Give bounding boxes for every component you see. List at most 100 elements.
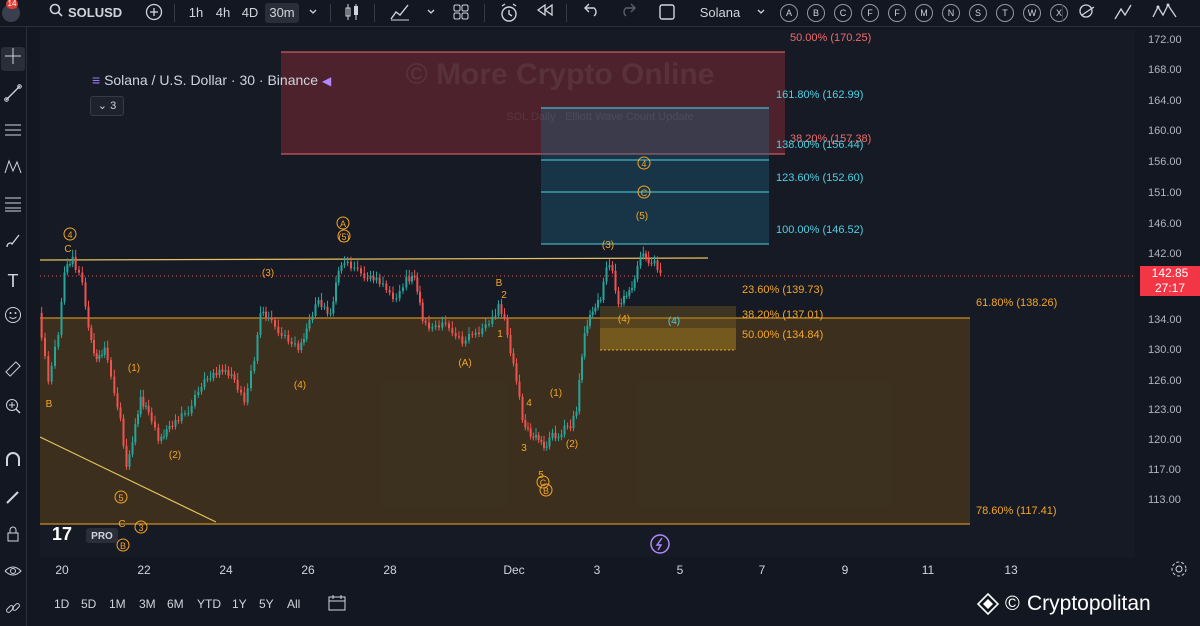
wave-label: (1) — [550, 388, 562, 399]
emoji-icon[interactable] — [1, 306, 25, 330]
candle-body — [40, 313, 43, 338]
fib-retracement-icon[interactable] — [1, 195, 25, 219]
candle-body — [163, 436, 165, 438]
lock-icon[interactable] — [1, 525, 25, 549]
wave-tools-icon[interactable] — [1150, 3, 1180, 23]
candle-body — [54, 346, 56, 366]
candle-body — [154, 421, 156, 428]
horizontal-lines-icon[interactable] — [1, 121, 25, 145]
chevron-down-icon[interactable] — [306, 3, 320, 23]
candle-body — [468, 334, 470, 341]
svg-text:17: 17 — [52, 524, 72, 544]
eye-icon[interactable] — [1, 562, 25, 586]
undo-icon[interactable] — [581, 3, 603, 23]
wave-label-text: 4 — [641, 159, 646, 169]
range-ytd[interactable]: YTD — [197, 597, 221, 611]
indicators-icon[interactable] — [388, 3, 412, 23]
letter-button-w[interactable]: W — [1023, 4, 1041, 22]
letter-button-a[interactable]: A — [780, 4, 798, 22]
candle-body — [509, 335, 512, 354]
candle-body — [236, 380, 239, 390]
zoom-in-icon[interactable] — [1, 397, 25, 421]
alert-clock-icon[interactable] — [497, 3, 521, 23]
candle-body — [532, 436, 535, 438]
symbol-legend[interactable]: ≡ Solana / U.S. Dollar · 30 · Binance ◀ — [92, 72, 331, 88]
price-axis[interactable]: 172.00 168.00 164.00 160.00 156.00 151.00 146.… — [1140, 30, 1200, 557]
crosshair-icon[interactable] — [1, 47, 25, 71]
candle-body — [212, 372, 215, 379]
letter-button-f[interactable]: F — [861, 4, 879, 22]
settings-gear-icon[interactable] — [1170, 560, 1190, 580]
replay-icon[interactable] — [534, 3, 556, 23]
candle-body — [230, 374, 233, 376]
magic-icon[interactable] — [1076, 3, 1098, 23]
symbol-search-button[interactable]: SOLUSD — [68, 3, 128, 23]
range-1y[interactable]: 1Y — [232, 597, 247, 611]
interval-30m[interactable]: 30m — [265, 3, 299, 23]
candle-body — [633, 279, 636, 289]
ruler-icon[interactable] — [1, 360, 25, 384]
interval-4d[interactable]: 4D — [238, 3, 262, 23]
letter-button-s[interactable]: S — [969, 4, 987, 22]
collapse-indicators-button[interactable]: ⌄ 3 — [90, 96, 124, 116]
template-name[interactable]: Solana — [690, 3, 750, 23]
time-axis[interactable]: 20 22 24 26 28 Dec 3 5 7 9 11 13 — [40, 560, 1135, 580]
text-tool-icon[interactable]: T — [1, 269, 25, 293]
candle-body — [428, 322, 430, 329]
candles-icon[interactable] — [342, 3, 362, 23]
price-tick: 151.00 — [1148, 187, 1182, 199]
candle-body — [233, 374, 236, 380]
candle-body — [448, 323, 450, 329]
layout-grid-icon[interactable] — [450, 3, 472, 23]
range-3m[interactable]: 3M — [139, 597, 156, 611]
candle-body — [642, 253, 645, 257]
chevron-down-icon[interactable] — [424, 3, 438, 23]
letter-button-f[interactable]: F — [888, 4, 906, 22]
indicator-count: 3 — [110, 100, 117, 112]
range-1m[interactable]: 1M — [109, 597, 126, 611]
range-1d[interactable]: 1D — [54, 597, 69, 611]
interval-4h[interactable]: 4h — [211, 3, 235, 23]
pattern-icon[interactable] — [1, 158, 25, 182]
brush-icon[interactable] — [1, 232, 25, 256]
letter-button-n[interactable]: N — [942, 4, 960, 22]
range-6m[interactable]: 6M — [167, 597, 184, 611]
date-range-calendar-icon[interactable] — [327, 594, 349, 614]
letter-button-t[interactable]: T — [996, 4, 1014, 22]
letter-button-x[interactable]: X — [1050, 4, 1068, 22]
candle-body — [458, 336, 460, 338]
chevron-down-icon[interactable] — [754, 3, 768, 23]
fullscreen-square-icon[interactable] — [655, 3, 679, 23]
chart-settings-icon[interactable] — [1112, 3, 1134, 23]
range-all[interactable]: All — [287, 597, 300, 611]
candle-body — [647, 258, 650, 264]
letter-button-c[interactable]: C — [834, 4, 852, 22]
letter-button-m[interactable]: M — [915, 4, 933, 22]
candle-body — [353, 267, 356, 269]
range-5y[interactable]: 5Y — [259, 597, 274, 611]
letter-button-b[interactable]: B — [807, 4, 825, 22]
redo-icon[interactable] — [617, 3, 639, 23]
candle-body — [575, 411, 578, 416]
chart-canvas[interactable]: © More Crypto Online SOL Daily · Elliott… — [40, 30, 1135, 557]
trend-line-icon[interactable] — [1, 84, 25, 108]
price-tick: 123.00 — [1148, 404, 1182, 416]
candle-body — [294, 343, 296, 345]
candle-body — [599, 300, 602, 301]
wave-label-text: (1) — [550, 388, 562, 399]
pencil-lock-icon[interactable] — [1, 488, 25, 512]
search-icon[interactable] — [48, 3, 64, 23]
interval-1h[interactable]: 1h — [184, 3, 208, 23]
link-icon[interactable] — [1, 599, 25, 623]
fib-level-label: 123.60% (152.60) — [776, 172, 863, 184]
chart-pane[interactable]: © More Crypto Online SOL Daily · Elliott… — [40, 30, 1135, 557]
candle-body — [101, 354, 103, 356]
candle-body — [416, 277, 419, 292]
wave-label-text: B — [120, 541, 126, 551]
avatar[interactable]: 14 — [0, 0, 22, 23]
lightning-icon[interactable] — [650, 534, 670, 554]
candle-body — [569, 426, 572, 429]
magnet-icon[interactable] — [1, 451, 25, 475]
compare-add-icon[interactable] — [143, 3, 165, 23]
range-5d[interactable]: 5D — [81, 597, 96, 611]
